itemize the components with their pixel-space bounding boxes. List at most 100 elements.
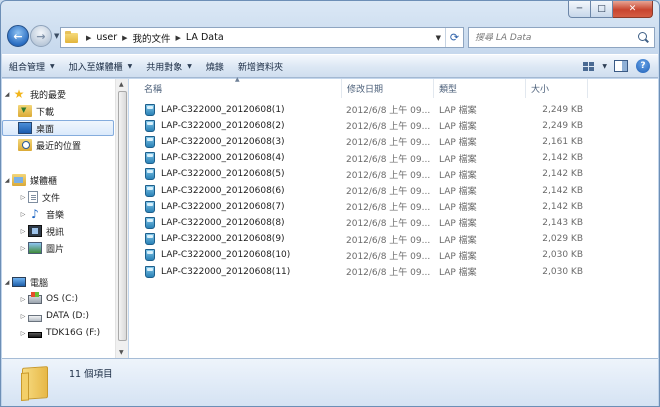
share-with-button[interactable]: 共用對象 ▼ [139,56,199,76]
search-box[interactable] [468,27,655,48]
address-bar[interactable]: ▶ user ▶ 我的文件 ▶ LA Data ▼ ⟳ [60,27,464,48]
organize-button[interactable]: 組合管理 ▼ [2,56,62,76]
file-name-cell[interactable]: LAP-C322000_20120608(2) [145,117,341,134]
sidebar-item-desktop[interactable]: 桌面 [2,120,114,136]
collapsed-icon[interactable]: ▷ [18,296,28,303]
close-button[interactable]: ✕ [613,1,653,18]
breadcrumb-documents[interactable]: 我的文件 [133,31,171,45]
help-button[interactable]: ? [635,58,651,74]
sidebar-item-drive-d[interactable]: ▷ DATA (D:) [2,308,114,324]
collapsed-icon[interactable]: ▷ [18,313,28,320]
file-name: LAP-C322000_20120608(1) [161,104,285,115]
sidebar-item-drive-f[interactable]: ▷ TDK16G (F:) [2,325,114,341]
modified-cell: 2012/6/8 上午 09... [346,138,431,149]
file-icon [145,216,155,229]
expanded-icon[interactable]: ◢ [2,91,12,98]
sidebar-item-music[interactable]: ▷ ♪ 音樂 [2,206,114,222]
sidebar-item-label: 最近的位置 [36,141,82,152]
scroll-down-icon[interactable]: ▼ [119,349,124,356]
collapsed-icon[interactable]: ▷ [18,228,28,235]
modified-cell: 2012/6/8 上午 09... [346,268,431,278]
expanded-icon[interactable]: ◢ [2,177,12,184]
address-dropdown-icon[interactable]: ▼ [432,34,445,42]
table-row[interactable]: LAP-C322000_20120608(3) 2012/6/8 上午 09...… [129,133,658,150]
change-view-button[interactable] [580,58,596,74]
file-name-cell[interactable]: LAP-C322000_20120608(11) [145,263,341,280]
sidebar-item-documents[interactable]: ▷ 文件 [2,189,114,205]
expanded-icon[interactable]: ◢ [2,279,12,286]
file-name-cell[interactable]: LAP-C322000_20120608(7) [145,198,341,215]
size-cell: 2,142 KB [542,201,583,212]
add-to-library-button[interactable]: 加入至媒體櫃 ▼ [62,56,140,76]
collapsed-icon[interactable]: ▷ [18,211,28,218]
views-dropdown-icon[interactable]: ▼ [602,63,607,70]
sidebar-item-computer[interactable]: ◢ 電腦 [2,274,114,290]
file-name-cell[interactable]: LAP-C322000_20120608(8) [145,214,341,231]
sidebar-item-downloads[interactable]: 下載 [2,103,114,119]
scrollbar-thumb[interactable] [118,91,127,341]
column-type[interactable]: 類型 [434,79,526,98]
table-row[interactable]: LAP-C322000_20120608(4) 2012/6/8 上午 09...… [129,150,658,167]
navigation-bar: ← → ▼ ▶ user ▶ 我的文件 ▶ LA Data ▼ ⟳ [1,23,659,51]
burn-button[interactable]: 燒錄 [199,56,231,76]
star-icon: ★ [13,87,25,101]
file-icon [145,249,155,262]
table-row[interactable]: LAP-C322000_20120608(10) 2012/6/8 上午 09..… [129,247,658,264]
file-name-cell[interactable]: LAP-C322000_20120608(5) [145,166,341,183]
file-name-cell[interactable]: LAP-C322000_20120608(4) [145,150,341,167]
table-row[interactable]: LAP-C322000_20120608(1) 2012/6/8 上午 09...… [129,101,658,118]
table-row[interactable]: LAP-C322000_20120608(11) 2012/6/8 上午 09..… [129,263,658,280]
new-folder-button[interactable]: 新增資料夾 [231,56,290,76]
organize-label: 組合管理 [9,62,46,73]
file-name-cell[interactable]: LAP-C322000_20120608(3) [145,133,341,150]
item-count: 11 個項目 [69,369,113,380]
breadcrumb-separator[interactable]: ▶ [176,34,181,42]
back-button[interactable]: ← [7,25,29,47]
modified-cell: 2012/6/8 上午 09... [346,154,431,165]
burn-label: 燒錄 [205,62,224,73]
sidebar-item-libraries[interactable]: ◢ 媒體櫃 [2,172,114,188]
table-row[interactable]: LAP-C322000_20120608(2) 2012/6/8 上午 09...… [129,117,658,134]
sidebar-item-favorites[interactable]: ◢ ★ 我的最愛 [2,86,114,102]
sidebar-item-recent-places[interactable]: 最近的位置 [2,137,114,153]
minimize-button[interactable]: ─ [568,1,591,18]
table-row[interactable]: LAP-C322000_20120608(7) 2012/6/8 上午 09...… [129,198,658,215]
navigation-scrollbar[interactable]: ▲ ▼ [115,79,128,358]
collapsed-icon[interactable]: ▷ [18,194,28,201]
column-name[interactable]: 名稱 [139,79,342,98]
breadcrumb-separator[interactable]: ▶ [122,34,127,42]
search-input[interactable] [469,32,635,43]
breadcrumb-separator[interactable]: ▶ [86,34,91,42]
search-icon[interactable] [635,30,651,46]
modified-cell: 2012/6/8 上午 09... [346,203,431,214]
file-name-cell[interactable]: LAP-C322000_20120608(9) [145,231,341,248]
collapsed-icon[interactable]: ▷ [18,330,28,337]
column-size[interactable]: 大小 [526,79,588,98]
maximize-button[interactable]: □ [591,1,613,18]
table-row[interactable]: LAP-C322000_20120608(8) 2012/6/8 上午 09...… [129,214,658,231]
table-row[interactable]: LAP-C322000_20120608(5) 2012/6/8 上午 09...… [129,166,658,183]
type-cell: LAP 檔案 [439,251,477,262]
sidebar-item-drive-c[interactable]: ▷ OS (C:) [2,291,114,307]
breadcrumb-la-data[interactable]: LA Data [186,32,224,43]
refresh-button[interactable]: ⟳ [445,28,463,47]
modified-cell: 2012/6/8 上午 09... [346,106,431,116]
explorer-window: ─ □ ✕ ← → ▼ ▶ user ▶ 我的文件 ▶ LA Data ▼ ⟳ … [0,0,660,407]
forward-button[interactable]: → [30,25,52,47]
table-row[interactable]: LAP-C322000_20120608(6) 2012/6/8 上午 09...… [129,182,658,199]
music-icon: ♪ [31,207,39,221]
preview-pane-button[interactable] [613,58,629,74]
computer-icon [12,277,26,287]
refresh-icon: ⟳ [449,31,460,44]
breadcrumb-user[interactable]: user [96,32,117,43]
file-name-cell[interactable]: LAP-C322000_20120608(6) [145,182,341,199]
column-modified[interactable]: 修改日期 [342,79,434,98]
sidebar-item-pictures[interactable]: ▷ 圖片 [2,240,114,256]
file-name-cell[interactable]: LAP-C322000_20120608(1) [145,101,341,118]
table-row[interactable]: LAP-C322000_20120608(9) 2012/6/8 上午 09...… [129,231,658,248]
scroll-up-icon[interactable]: ▲ [119,81,124,88]
sidebar-item-videos[interactable]: ▷ 視訊 [2,223,114,239]
recent-pages-dropdown[interactable]: ▼ [54,32,59,40]
file-name-cell[interactable]: LAP-C322000_20120608(10) [145,247,341,264]
collapsed-icon[interactable]: ▷ [18,245,28,252]
